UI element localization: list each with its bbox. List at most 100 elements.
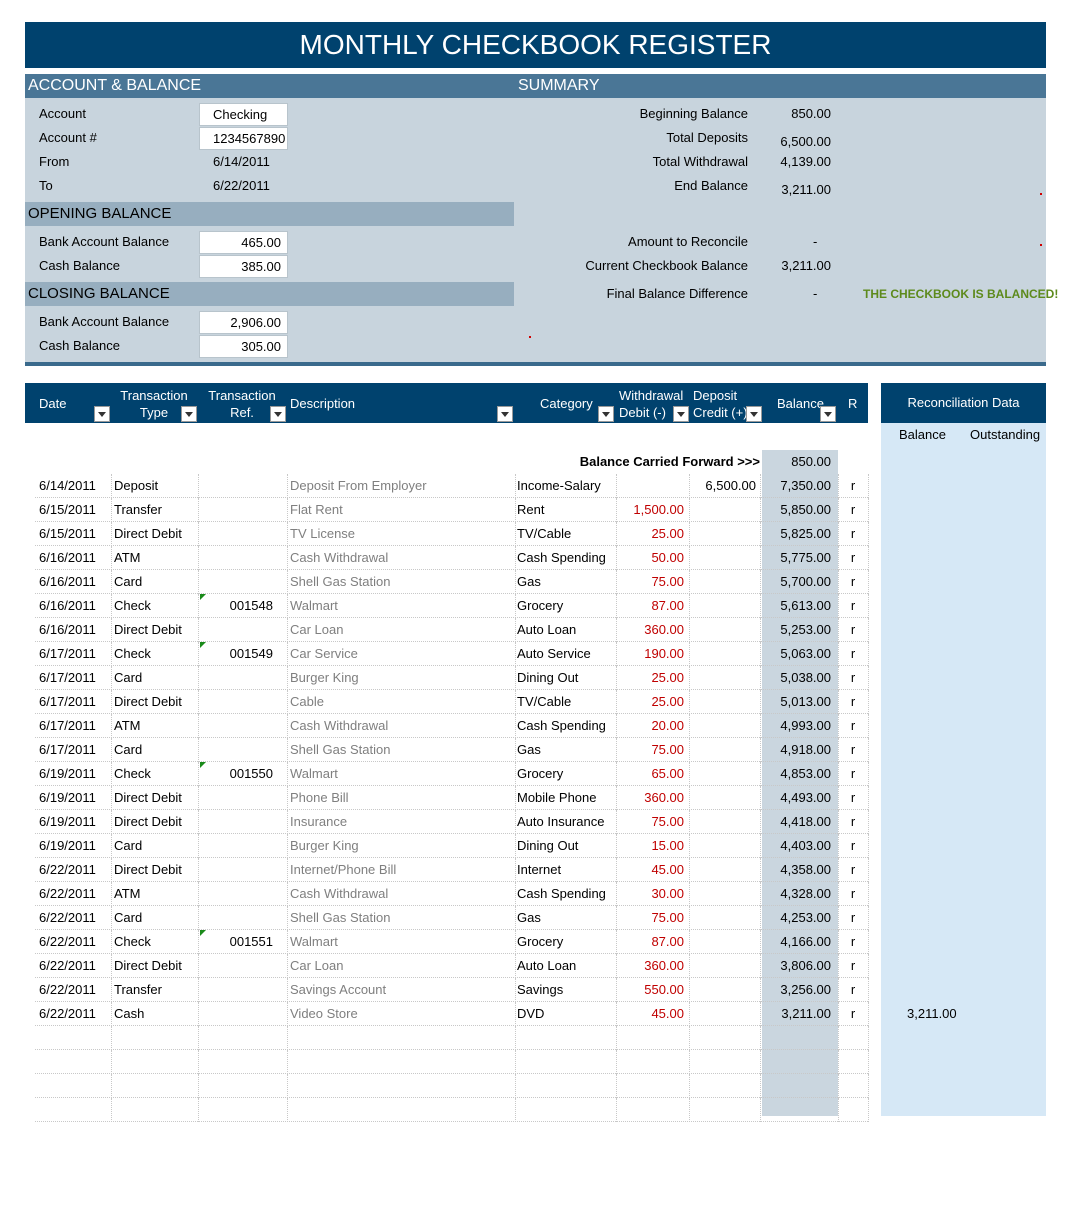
cell-balance[interactable]: 5,253.00 xyxy=(762,618,838,642)
cell-withdrawal[interactable]: 75.00 xyxy=(618,570,691,594)
filter-withdrawal-dropdown[interactable] xyxy=(673,406,689,422)
cell-description[interactable]: Savings Account xyxy=(290,978,516,1002)
cell-balance[interactable] xyxy=(762,1050,838,1074)
table-row[interactable]: 6/16/2011 Check 001548 Walmart Grocery 87.00 5… xyxy=(35,594,869,618)
cell-reconciled[interactable]: r xyxy=(838,498,868,522)
cell-description[interactable]: Shell Gas Station xyxy=(290,738,516,762)
cell-date[interactable]: 6/16/2011 xyxy=(39,618,111,642)
cell-ref[interactable] xyxy=(200,786,288,810)
cell-date[interactable]: 6/17/2011 xyxy=(39,714,111,738)
opening-cash-input[interactable]: 385.00 xyxy=(199,255,288,278)
cell-withdrawal[interactable]: 1,500.00 xyxy=(618,498,691,522)
cell-withdrawal[interactable] xyxy=(618,1074,691,1098)
cell-type[interactable]: Check xyxy=(114,642,200,666)
table-row[interactable]: 6/19/2011 Direct Debit Insurance Auto Insur… xyxy=(35,810,869,834)
cell-withdrawal[interactable]: 87.00 xyxy=(618,594,691,618)
cell-deposit[interactable] xyxy=(691,522,762,546)
cell-description[interactable]: Flat Rent xyxy=(290,498,516,522)
cell-type[interactable]: Cash xyxy=(114,1002,200,1026)
cell-withdrawal[interactable]: 45.00 xyxy=(618,858,691,882)
cell-category[interactable]: Gas xyxy=(517,906,617,930)
cell-deposit[interactable] xyxy=(691,618,762,642)
cell-deposit[interactable] xyxy=(691,834,762,858)
cell-withdrawal[interactable]: 360.00 xyxy=(618,954,691,978)
cell-reconciled[interactable]: r xyxy=(838,930,868,954)
cell-ref[interactable]: 001548 xyxy=(200,594,288,618)
cell-ref[interactable] xyxy=(200,618,288,642)
cell-ref[interactable] xyxy=(200,810,288,834)
cell-deposit[interactable] xyxy=(691,570,762,594)
cell-balance[interactable]: 4,918.00 xyxy=(762,738,838,762)
cell-type[interactable]: Check xyxy=(114,762,200,786)
cell-withdrawal[interactable]: 360.00 xyxy=(618,786,691,810)
table-row[interactable]: 6/19/2011 Card Burger King Dining Out 15.00 4… xyxy=(35,834,869,858)
cell-date[interactable]: 6/19/2011 xyxy=(39,762,111,786)
cell-reconciled[interactable]: r xyxy=(838,714,868,738)
cell-withdrawal[interactable]: 75.00 xyxy=(618,906,691,930)
cell-reconciled[interactable]: r xyxy=(838,1002,868,1026)
cell-ref[interactable] xyxy=(200,1074,288,1098)
cell-reconciled[interactable]: r xyxy=(838,786,868,810)
cell-type[interactable]: Direct Debit xyxy=(114,786,200,810)
cell-category[interactable] xyxy=(517,1098,617,1122)
cell-date[interactable] xyxy=(39,1098,111,1122)
cell-deposit[interactable] xyxy=(691,858,762,882)
cell-reconciled[interactable] xyxy=(838,1026,868,1050)
cell-type[interactable] xyxy=(114,1050,200,1074)
cell-reconciled[interactable]: r xyxy=(838,474,868,498)
cell-balance[interactable]: 4,328.00 xyxy=(762,882,838,906)
cell-reconciled[interactable]: r xyxy=(838,858,868,882)
cell-type[interactable]: Check xyxy=(114,594,200,618)
cell-date[interactable]: 6/19/2011 xyxy=(39,810,111,834)
cell-deposit[interactable] xyxy=(691,690,762,714)
cell-date[interactable]: 6/22/2011 xyxy=(39,930,111,954)
cell-balance[interactable]: 5,063.00 xyxy=(762,642,838,666)
cell-ref[interactable]: 001551 xyxy=(200,930,288,954)
cell-reconciled[interactable]: r xyxy=(838,666,868,690)
cell-type[interactable]: ATM xyxy=(114,546,200,570)
cell-category[interactable]: Auto Service xyxy=(517,642,617,666)
table-row[interactable]: 6/15/2011 Direct Debit TV License TV/Cable 2… xyxy=(35,522,869,546)
cell-ref[interactable] xyxy=(200,570,288,594)
cell-category[interactable]: Mobile Phone xyxy=(517,786,617,810)
cell-balance[interactable]: 4,403.00 xyxy=(762,834,838,858)
cell-category[interactable]: Auto Loan xyxy=(517,954,617,978)
cell-deposit[interactable] xyxy=(691,882,762,906)
cell-balance[interactable]: 5,775.00 xyxy=(762,546,838,570)
table-row[interactable]: 6/16/2011 Card Shell Gas Station Gas 75.00 5,… xyxy=(35,570,869,594)
cell-reconciled[interactable]: r xyxy=(838,738,868,762)
cell-date[interactable]: 6/16/2011 xyxy=(39,546,111,570)
cell-withdrawal[interactable] xyxy=(618,1050,691,1074)
table-row[interactable]: 6/17/2011 Card Shell Gas Station Gas 75.00 4,… xyxy=(35,738,869,762)
table-row[interactable]: 6/17/2011 Check 001549 Car Service Auto Serv… xyxy=(35,642,869,666)
cell-type[interactable] xyxy=(114,1026,200,1050)
cell-ref[interactable] xyxy=(200,882,288,906)
cell-type[interactable]: Direct Debit xyxy=(114,618,200,642)
cell-reconciled[interactable] xyxy=(838,1050,868,1074)
to-date[interactable]: 6/22/2011 xyxy=(213,178,270,194)
cell-deposit[interactable] xyxy=(691,810,762,834)
cell-date[interactable]: 6/22/2011 xyxy=(39,858,111,882)
cell-type[interactable]: Card xyxy=(114,738,200,762)
cell-reconciled[interactable]: r xyxy=(838,978,868,1002)
table-row[interactable]: 6/22/2011 Direct Debit Car Loan Auto Loan 36… xyxy=(35,954,869,978)
cell-deposit[interactable] xyxy=(691,762,762,786)
cell-date[interactable]: 6/22/2011 xyxy=(39,882,111,906)
cell-category[interactable]: Grocery xyxy=(517,594,617,618)
cell-date[interactable]: 6/19/2011 xyxy=(39,834,111,858)
cell-deposit[interactable] xyxy=(691,498,762,522)
cell-category[interactable]: Auto Loan xyxy=(517,618,617,642)
cell-category[interactable]: DVD xyxy=(517,1002,617,1026)
opening-bank-input[interactable]: 465.00 xyxy=(199,231,288,254)
cell-category[interactable]: Auto Insurance xyxy=(517,810,617,834)
cell-withdrawal[interactable]: 45.00 xyxy=(618,1002,691,1026)
cell-date[interactable]: 6/17/2011 xyxy=(39,690,111,714)
table-row[interactable]: 6/22/2011 Direct Debit Internet/Phone Bill… xyxy=(35,858,869,882)
cell-category[interactable]: Grocery xyxy=(517,762,617,786)
cell-description[interactable]: Shell Gas Station xyxy=(290,570,516,594)
cell-balance[interactable]: 4,418.00 xyxy=(762,810,838,834)
cell-withdrawal[interactable]: 50.00 xyxy=(618,546,691,570)
cell-balance[interactable]: 5,850.00 xyxy=(762,498,838,522)
cell-reconciled[interactable]: r xyxy=(838,762,868,786)
table-row[interactable]: 6/22/2011 Cash Video Store DVD 45.00 3,211.00… xyxy=(35,1002,869,1026)
